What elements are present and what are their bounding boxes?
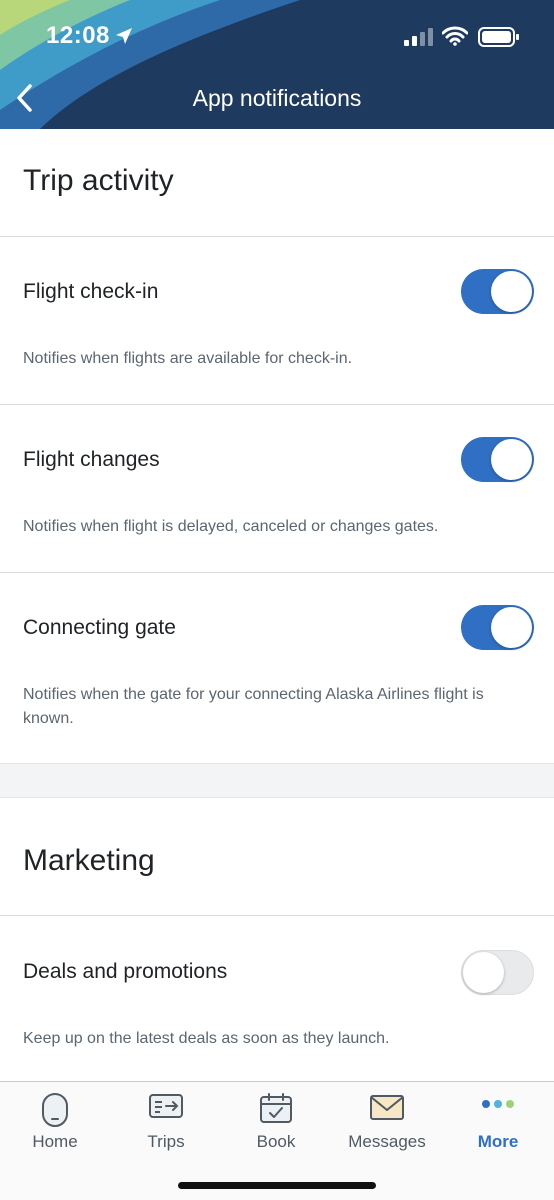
- tab-home-label: Home: [32, 1132, 78, 1151]
- book-calendar-icon: [260, 1093, 292, 1123]
- flight-changes-toggle[interactable]: [461, 437, 534, 482]
- flight-check-in-toggle[interactable]: [461, 269, 534, 314]
- toggle-knob: [491, 607, 532, 648]
- location-arrow-icon: [116, 28, 132, 44]
- tab-messages-label: Messages: [348, 1132, 426, 1151]
- toggle-knob: [491, 271, 532, 312]
- page-title: App notifications: [192, 85, 362, 111]
- section-title-trip-activity: Trip activity: [23, 164, 174, 197]
- tab-trips-label: Trips: [147, 1132, 185, 1151]
- flight-changes-label: Flight changes: [23, 448, 160, 471]
- connecting-gate-label: Connecting gate: [23, 616, 176, 639]
- deals-and-promotions-toggle[interactable]: [461, 950, 534, 995]
- wifi-icon: [442, 26, 468, 46]
- tab-book[interactable]: Book: [221, 1082, 331, 1162]
- section-title-marketing: Marketing: [23, 844, 155, 877]
- tab-messages[interactable]: Messages: [332, 1082, 442, 1162]
- connecting-gate-toggle[interactable]: [461, 605, 534, 650]
- status-time: 12:08: [46, 22, 110, 49]
- divider: [0, 915, 554, 916]
- flight-check-in-label: Flight check-in: [23, 280, 159, 303]
- divider: [0, 404, 554, 405]
- tab-trips[interactable]: Trips: [111, 1082, 221, 1162]
- connecting-gate-description: Notifies when the gate for your connecti…: [23, 686, 484, 727]
- messages-envelope-icon: [370, 1095, 404, 1120]
- divider: [0, 236, 554, 237]
- home-indicator: [178, 1182, 376, 1189]
- flight-changes-description: Notifies when flight is delayed, cancele…: [23, 518, 439, 535]
- tab-book-label: Book: [256, 1132, 296, 1151]
- flight-check-in-description: Notifies when flights are available for …: [23, 350, 353, 367]
- tab-home[interactable]: Home: [0, 1082, 110, 1162]
- toggle-knob: [463, 952, 504, 993]
- more-dots-icon: [482, 1100, 514, 1108]
- trips-icon: [149, 1094, 183, 1118]
- deals-and-promotions-description: Keep up on the latest deals as soon as t…: [23, 1030, 390, 1047]
- divider: [0, 572, 554, 573]
- home-icon: [42, 1093, 68, 1127]
- tab-more[interactable]: More: [443, 1082, 553, 1162]
- cellular-signal-icon: [404, 28, 433, 46]
- toggle-knob: [491, 439, 532, 480]
- app-header: 12:08 App notifications: [0, 0, 554, 129]
- battery-icon: [478, 27, 519, 47]
- section-separator: [0, 763, 554, 798]
- tab-more-label: More: [477, 1132, 519, 1151]
- deals-and-promotions-label: Deals and promotions: [23, 960, 228, 983]
